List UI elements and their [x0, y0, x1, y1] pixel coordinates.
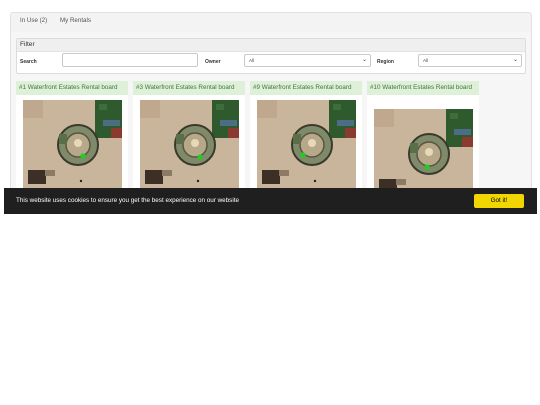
region-select[interactable]: All ⌄	[418, 54, 522, 67]
rental-card[interactable]: #9 Waterfront Estates Rental board	[250, 81, 362, 190]
owner-label: Owner	[205, 59, 221, 65]
filter-title: Filter	[20, 41, 35, 48]
map-thumbnail[interactable]	[140, 100, 239, 190]
map-thumbnail[interactable]	[23, 100, 122, 190]
rental-card[interactable]: #1 Waterfront Estates Rental board	[16, 81, 128, 190]
search-label: Search	[20, 59, 37, 65]
map-thumbnail[interactable]	[374, 109, 473, 190]
tab-in-use[interactable]: In Use (2)	[20, 17, 47, 24]
card-title[interactable]: #1 Waterfront Estates Rental board	[16, 81, 128, 95]
card-title[interactable]: #10 Waterfront Estates Rental board	[367, 81, 479, 95]
chevron-down-icon: ⌄	[512, 57, 518, 63]
owner-select-value: All	[249, 58, 255, 63]
map-thumbnail[interactable]	[257, 100, 356, 190]
chevron-down-icon: ⌄	[361, 57, 367, 63]
card-title[interactable]: #9 Waterfront Estates Rental board	[250, 81, 362, 95]
owner-select[interactable]: All ⌄	[244, 54, 371, 67]
cookie-accept-button[interactable]: Got it!	[474, 194, 524, 208]
card-title[interactable]: #3 Waterfront Estates Rental board	[133, 81, 245, 95]
rental-card[interactable]: #10 Waterfront Estates Rental board	[367, 81, 479, 190]
region-label: Region	[377, 59, 394, 65]
filter-header: Filter	[17, 39, 525, 52]
rental-card[interactable]: #3 Waterfront Estates Rental board	[133, 81, 245, 190]
tab-bar: In Use (2) My Rentals	[10, 12, 532, 33]
search-input[interactable]	[62, 53, 198, 67]
cookie-banner: This website uses cookies to ensure you …	[4, 188, 537, 214]
filter-panel: Filter Search Owner All ⌄ Region All ⌄	[16, 38, 526, 74]
tab-my-rentals[interactable]: My Rentals	[60, 17, 91, 24]
region-select-value: All	[423, 58, 429, 63]
cookie-message: This website uses cookies to ensure you …	[16, 197, 239, 204]
